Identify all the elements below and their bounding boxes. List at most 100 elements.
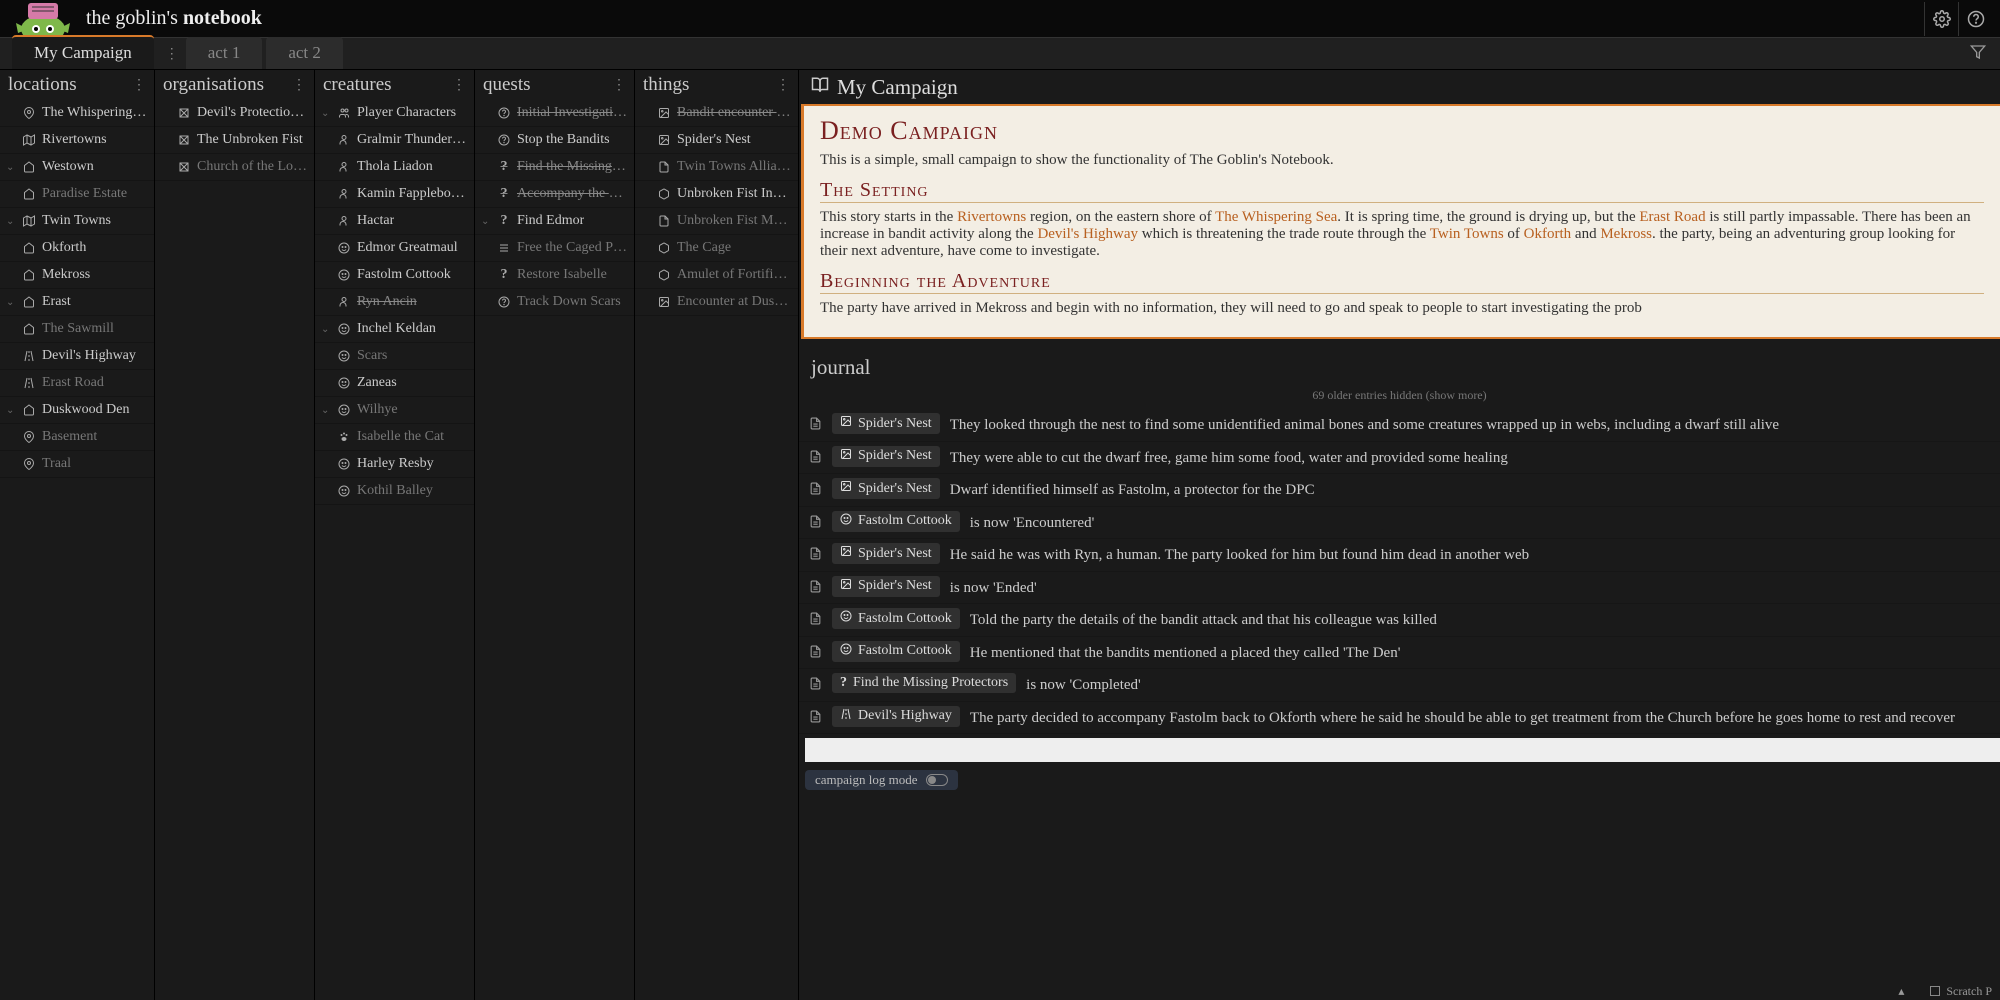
chevron-down-icon[interactable]: ⌄ bbox=[321, 108, 331, 119]
journal-entry[interactable]: ?Find the Missing Protectorsis now 'Comp… bbox=[799, 669, 2000, 702]
tree-item[interactable]: Amulet of Fortificati… bbox=[635, 262, 798, 289]
tree-item[interactable]: Zaneas bbox=[315, 370, 474, 397]
tree-item[interactable]: ⌄Duskwood Den bbox=[0, 397, 154, 424]
journal-entry[interactable]: Fastolm CottookTold the party the detail… bbox=[799, 604, 2000, 637]
filter-icon[interactable] bbox=[1970, 44, 1986, 65]
journal-entry[interactable]: Spider's Nestis now 'Ended' bbox=[799, 572, 2000, 605]
tab-act-1[interactable]: act 1 bbox=[186, 37, 263, 69]
tree-item[interactable]: Thola Liadon bbox=[315, 154, 474, 181]
journal-tag[interactable]: Fastolm Cottook bbox=[832, 511, 960, 532]
tree-item[interactable]: Gralmir Thunderkeg bbox=[315, 127, 474, 154]
tree-item[interactable]: ⌄Player Characters bbox=[315, 100, 474, 127]
scratch-label[interactable]: Scratch P bbox=[1946, 984, 1992, 999]
tree-item[interactable]: Kothil Balley bbox=[315, 478, 474, 505]
chevron-down-icon[interactable]: ⌄ bbox=[321, 324, 331, 335]
doc-link[interactable]: The Whispering Sea bbox=[1215, 209, 1337, 225]
doc-link[interactable]: Devil's Highway bbox=[1037, 226, 1138, 242]
tab-my-campaign[interactable]: My Campaign bbox=[12, 35, 154, 69]
journal-entry[interactable]: Spider's NestThey were able to cut the d… bbox=[799, 442, 2000, 475]
tree-item[interactable]: Devil's Protection C… bbox=[155, 100, 314, 127]
log-mode-toggle[interactable]: campaign log mode bbox=[805, 770, 958, 790]
tree-item[interactable]: ⌄?Find Edmor bbox=[475, 208, 634, 235]
tree-item[interactable]: ⌄Inchel Keldan bbox=[315, 316, 474, 343]
tree-item[interactable]: Initial Investigations bbox=[475, 100, 634, 127]
chevron-down-icon[interactable]: ⌄ bbox=[481, 216, 491, 227]
tree-item[interactable]: The Whispering Sea bbox=[0, 100, 154, 127]
tree-item[interactable]: Hactar bbox=[315, 208, 474, 235]
tree-item[interactable]: Scars bbox=[315, 343, 474, 370]
tab-menu-icon[interactable]: ⋮ bbox=[158, 40, 186, 69]
chevron-down-icon[interactable]: ⌄ bbox=[6, 297, 16, 308]
tree-item[interactable]: ⌄Twin Towns bbox=[0, 208, 154, 235]
tree-item[interactable]: The Cage bbox=[635, 235, 798, 262]
journal-tag[interactable]: Fastolm Cottook bbox=[832, 608, 960, 629]
tree-item[interactable]: The Unbroken Fist bbox=[155, 127, 314, 154]
journal-entry[interactable]: Spider's NestHe said he was with Ryn, a … bbox=[799, 539, 2000, 572]
doc-link[interactable]: Twin Towns bbox=[1430, 226, 1504, 242]
caret-up-icon[interactable]: ▴ bbox=[1898, 984, 1904, 999]
journal-tag[interactable]: Spider's Nest bbox=[832, 576, 940, 597]
tree-item[interactable]: Unbroken Fist Insignia bbox=[635, 181, 798, 208]
toggle-icon[interactable] bbox=[926, 774, 948, 786]
tree-item[interactable]: Fastolm Cottook bbox=[315, 262, 474, 289]
tree-item[interactable]: Devil's Highway bbox=[0, 343, 154, 370]
journal-entry[interactable]: Spider's NestDwarf identified himself as… bbox=[799, 474, 2000, 507]
tree-item[interactable]: ⌄Westown bbox=[0, 154, 154, 181]
tree-item[interactable]: ?Accompany the Urg… bbox=[475, 181, 634, 208]
tree-item[interactable]: ⌄Wilhye bbox=[315, 397, 474, 424]
tree-item[interactable]: Paradise Estate bbox=[0, 181, 154, 208]
tree-item[interactable]: Isabelle the Cat bbox=[315, 424, 474, 451]
tree-item[interactable]: ⌄Erast bbox=[0, 289, 154, 316]
chevron-down-icon[interactable]: ⌄ bbox=[6, 162, 16, 173]
doc-link[interactable]: Erast Road bbox=[1639, 209, 1705, 225]
tree-item[interactable]: Ryn Ancin bbox=[315, 289, 474, 316]
chevron-down-icon[interactable]: ⌄ bbox=[6, 405, 16, 416]
column-menu-icon[interactable]: ⋮ bbox=[292, 77, 306, 94]
settings-icon[interactable] bbox=[1924, 2, 1958, 36]
journal-tag[interactable]: Spider's Nest bbox=[832, 478, 940, 499]
journal-entry[interactable]: Spider's NestThey looked through the nes… bbox=[799, 409, 2000, 442]
journal-hidden-count[interactable]: 69 older entries hidden (show more) bbox=[799, 386, 2000, 409]
journal-entry[interactable]: Fastolm CottookHe mentioned that the ban… bbox=[799, 637, 2000, 670]
doc-link[interactable]: Okforth bbox=[1524, 226, 1572, 242]
tree-item[interactable]: Bandit encounter al… bbox=[635, 100, 798, 127]
tree-item[interactable]: Encounter at Duskw… bbox=[635, 289, 798, 316]
chevron-down-icon[interactable]: ⌄ bbox=[321, 405, 331, 416]
tree-item[interactable]: Erast Road bbox=[0, 370, 154, 397]
tree-item[interactable]: Rivertowns bbox=[0, 127, 154, 154]
tree-item[interactable]: Edmor Greatmaul bbox=[315, 235, 474, 262]
tree-item[interactable]: Mekross bbox=[0, 262, 154, 289]
journal-entry[interactable]: Devil's HighwayThe party decided to acco… bbox=[799, 702, 2000, 735]
tree-item[interactable]: Twin Towns Alliance… bbox=[635, 154, 798, 181]
doc-link[interactable]: Mekross bbox=[1600, 226, 1652, 242]
doc-link[interactable]: Rivertowns bbox=[957, 209, 1026, 225]
tree-item[interactable]: Church of the Long … bbox=[155, 154, 314, 181]
tree-item[interactable]: ?Find the Missing Pr… bbox=[475, 154, 634, 181]
tree-item[interactable]: Okforth bbox=[0, 235, 154, 262]
tree-item[interactable]: Unbroken Fist Motiv… bbox=[635, 208, 798, 235]
journal-tag[interactable]: Fastolm Cottook bbox=[832, 641, 960, 662]
column-menu-icon[interactable]: ⋮ bbox=[452, 77, 466, 94]
tab-act-2[interactable]: act 2 bbox=[266, 37, 343, 69]
chevron-down-icon[interactable]: ⌄ bbox=[6, 216, 16, 227]
journal-tag[interactable]: Devil's Highway bbox=[832, 706, 960, 727]
tree-item[interactable]: Track Down Scars bbox=[475, 289, 634, 316]
tree-item[interactable]: Free the Caged Pri… bbox=[475, 235, 634, 262]
column-menu-icon[interactable]: ⋮ bbox=[776, 77, 790, 94]
journal-tag[interactable]: Spider's Nest bbox=[832, 446, 940, 467]
scratch-checkbox[interactable] bbox=[1930, 986, 1940, 996]
tree-item[interactable]: Kamin Fapplebott… bbox=[315, 181, 474, 208]
column-menu-icon[interactable]: ⋮ bbox=[132, 77, 146, 94]
journal-tag[interactable]: Spider's Nest bbox=[832, 413, 940, 434]
tree-item[interactable]: ?Restore Isabelle bbox=[475, 262, 634, 289]
help-icon[interactable] bbox=[1958, 2, 1992, 36]
column-menu-icon[interactable]: ⋮ bbox=[612, 77, 626, 94]
journal-tag[interactable]: Spider's Nest bbox=[832, 543, 940, 564]
tree-item[interactable]: Basement bbox=[0, 424, 154, 451]
tree-item[interactable]: Stop the Bandits bbox=[475, 127, 634, 154]
tree-item[interactable]: The Sawmill bbox=[0, 316, 154, 343]
journal-tag[interactable]: ?Find the Missing Protectors bbox=[832, 673, 1016, 693]
journal-input[interactable] bbox=[805, 738, 2000, 762]
tree-item[interactable]: Harley Resby bbox=[315, 451, 474, 478]
journal-entry[interactable]: Fastolm Cottookis now 'Encountered' bbox=[799, 507, 2000, 540]
